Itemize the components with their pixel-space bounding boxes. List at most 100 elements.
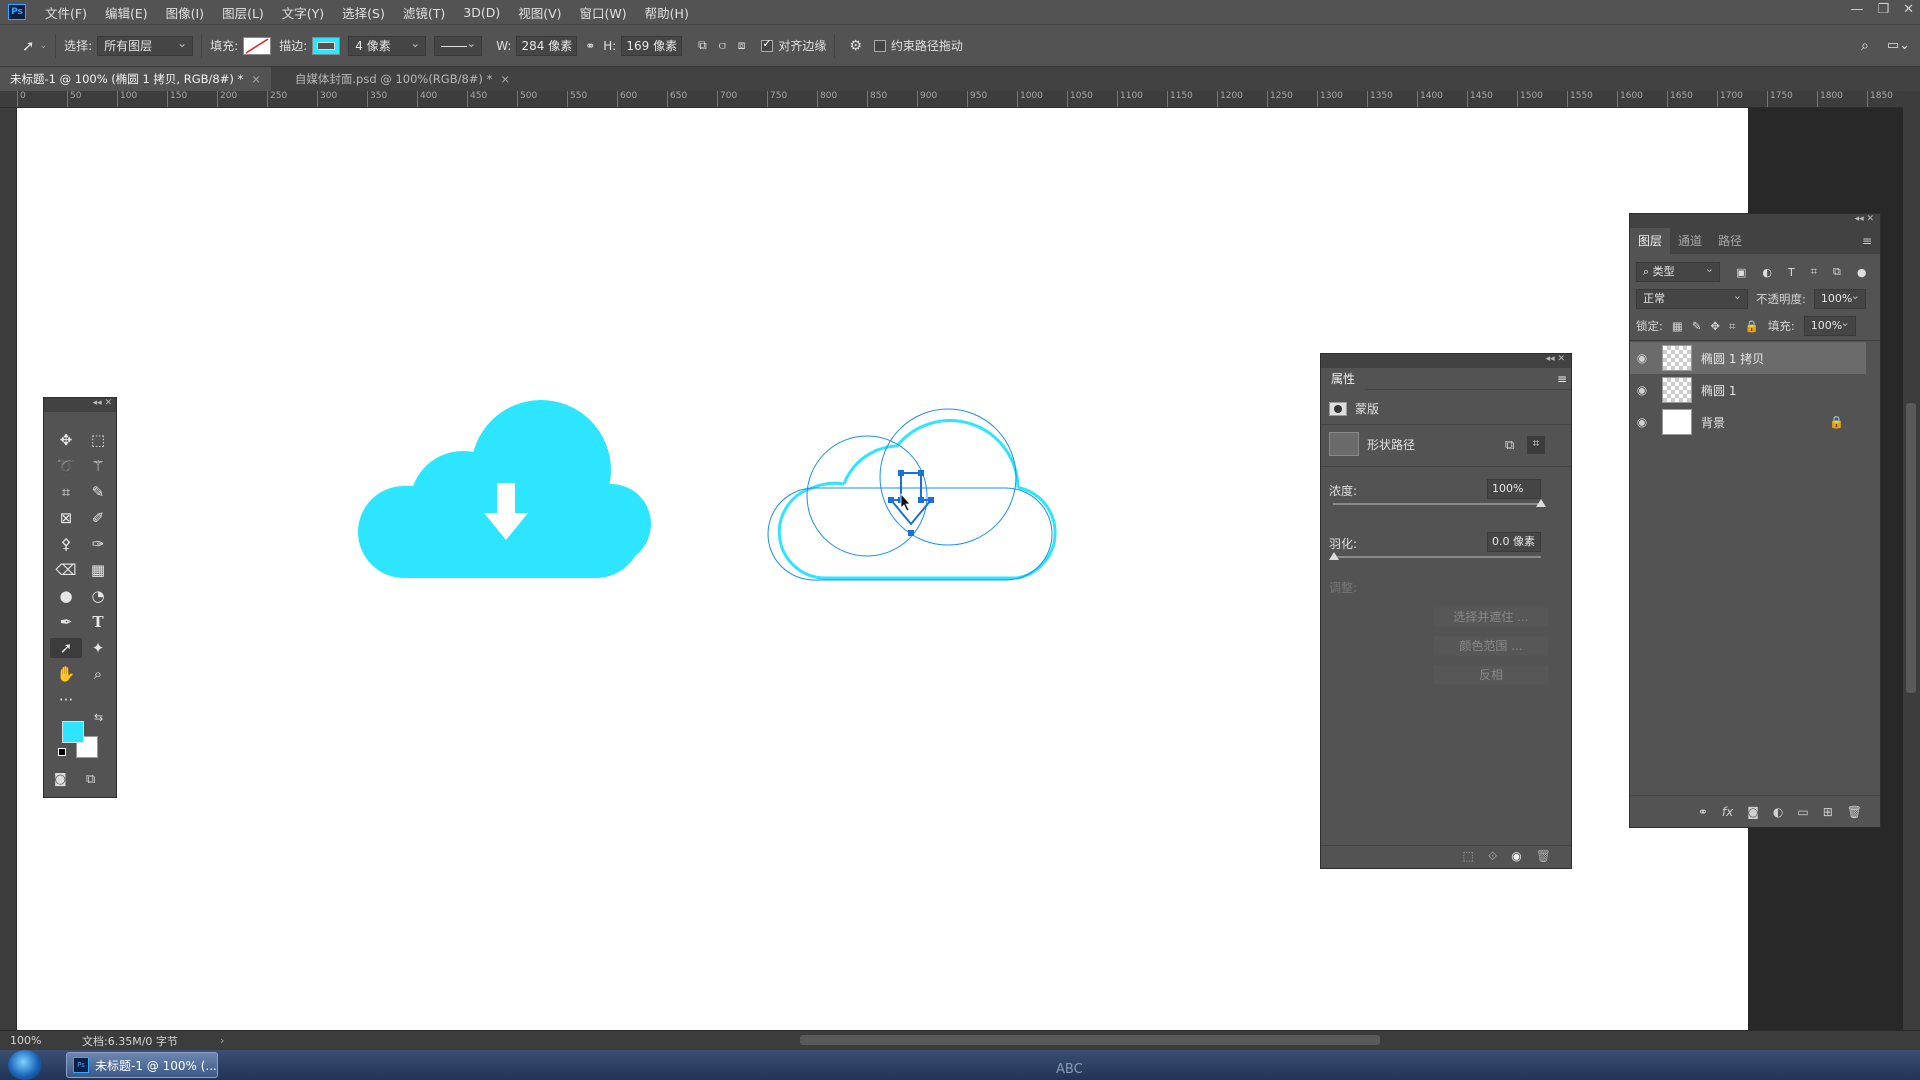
invert-button[interactable]: 反相	[1433, 665, 1549, 685]
link-layers-icon[interactable]: ⚭	[1698, 805, 1708, 819]
height-input[interactable]: 169 像素	[621, 35, 683, 56]
menu-filter[interactable]: 滤镜(T)	[394, 3, 454, 22]
delete-icon[interactable]: 🗑	[1536, 849, 1551, 864]
stroke-type-dropdown[interactable]	[434, 34, 483, 56]
delete-icon[interactable]: 🗑	[1847, 805, 1862, 819]
crop-icon[interactable]: ⌗	[50, 482, 82, 502]
frame-icon[interactable]: ⊠	[50, 508, 82, 528]
zoom-icon[interactable]: ⌕	[82, 664, 114, 684]
start-button[interactable]	[8, 1050, 42, 1080]
color-range-button[interactable]: 颜色范围 ...	[1433, 636, 1549, 656]
dodge-icon[interactable]: ◔	[82, 586, 114, 606]
panel-menu-icon[interactable]: ≡	[1557, 368, 1567, 390]
path-alignment-icon[interactable]: ⫏	[719, 38, 726, 53]
width-input[interactable]: 284 像素	[516, 35, 578, 56]
default-colors-icon[interactable]	[58, 748, 66, 756]
vertical-scrollbar[interactable]	[1903, 91, 1920, 1030]
stroke-width-dropdown[interactable]: 4 像素	[348, 34, 427, 56]
hand-icon[interactable]: ✋	[50, 664, 82, 684]
eyedropper-icon[interactable]: ✎	[82, 482, 114, 502]
marquee-icon[interactable]: ⬚	[82, 430, 114, 450]
restore-button[interactable]: ❐	[1877, 2, 1889, 17]
lock-transparent-icon[interactable]: ▦	[1672, 319, 1683, 333]
link-icon[interactable]: ⚭	[585, 39, 595, 53]
layer-row[interactable]: ◉ 椭圆 1 拷贝	[1630, 342, 1866, 374]
lock-pixels-icon[interactable]: ✎	[1692, 319, 1702, 333]
new-layer-icon[interactable]: ⊞	[1823, 805, 1833, 819]
history-brush-icon[interactable]: ✑	[82, 534, 114, 554]
constrain-path-checkbox[interactable]	[873, 39, 886, 52]
adjustment-filter-icon[interactable]: ◐	[1762, 266, 1772, 279]
properties-title[interactable]: 属性	[1321, 368, 1366, 390]
add-mask-icon[interactable]: ◙	[1747, 805, 1759, 819]
select-dropdown[interactable]: 所有图层	[97, 34, 194, 56]
panel-menu-icon[interactable]: ≡	[1854, 228, 1880, 254]
lock-all-icon[interactable]: 🔒	[1745, 319, 1759, 333]
feather-slider[interactable]	[1329, 552, 1541, 560]
more-icon[interactable]: ···	[50, 690, 82, 710]
taskbar-item-photoshop[interactable]: Ps 未标题-1 @ 100% (...	[66, 1052, 218, 1078]
density-input[interactable]: 100%	[1487, 479, 1541, 499]
lasso-icon[interactable]: ➰	[50, 456, 82, 476]
lock-artboard-icon[interactable]: ⌗	[1729, 319, 1735, 334]
menu-select[interactable]: 选择(S)	[333, 3, 394, 22]
type-icon[interactable]: T	[82, 612, 114, 632]
tab-untitled-1[interactable]: 未标题-1 @ 100% (椭圆 1 拷贝, RGB/8#) * ×	[0, 67, 271, 91]
adjustment-layer-icon[interactable]: ◐	[1773, 805, 1783, 819]
swap-colors-icon[interactable]: ⇆	[94, 711, 103, 724]
panel-header[interactable]: ◂◂ ✕	[1321, 354, 1571, 368]
document-info[interactable]: 文档:6.35M/0 字节	[60, 1033, 220, 1049]
feather-slider-knob[interactable]	[1329, 552, 1339, 560]
density-slider[interactable]	[1333, 499, 1546, 507]
move-icon[interactable]: ✥	[50, 430, 82, 450]
blur-icon[interactable]: ●	[50, 586, 82, 606]
shape-filter-icon[interactable]: ⌗	[1811, 265, 1817, 279]
fx-icon[interactable]: fx	[1722, 805, 1733, 819]
vector-mask-icon[interactable]: ⌗	[1527, 436, 1545, 454]
panel-header[interactable]: ◂◂ ✕	[1630, 214, 1880, 228]
stroke-swatch[interactable]	[312, 36, 341, 55]
eye-icon[interactable]: ◉	[1511, 849, 1521, 864]
eraser-icon[interactable]: ⌫	[50, 560, 82, 580]
brush-icon[interactable]: ✐	[82, 508, 114, 528]
ime-indicator[interactable]: ABC	[1056, 1062, 1083, 1077]
gradient-icon[interactable]: ▦	[82, 560, 114, 580]
menu-view[interactable]: 视图(V)	[509, 3, 570, 22]
align-edges-checkbox[interactable]	[761, 37, 774, 52]
type-filter-icon[interactable]: T	[1788, 266, 1795, 279]
toolbox-header[interactable]: ◂◂ ✕	[44, 398, 116, 412]
tab-layers[interactable]: 图层	[1630, 228, 1671, 254]
opacity-input[interactable]: 100%	[1813, 287, 1866, 309]
menu-layer[interactable]: 图层(L)	[213, 3, 273, 22]
layer-name[interactable]: 椭圆 1	[1701, 382, 1736, 399]
fill-swatch[interactable]	[243, 36, 272, 55]
horizontal-scrollbar[interactable]	[238, 1033, 1898, 1047]
lock-position-icon[interactable]: ✥	[1710, 319, 1720, 333]
scroll-thumb[interactable]	[1906, 403, 1916, 693]
foreground-color-swatch[interactable]	[62, 721, 84, 743]
layer-row[interactable]: ◉ 椭圆 1	[1630, 374, 1866, 406]
density-slider-knob[interactable]	[1536, 499, 1546, 507]
quick-mask-icon[interactable]: ◙	[54, 772, 67, 787]
smart-object-filter-icon[interactable]: ⧉	[1833, 265, 1841, 279]
path-operations-icon[interactable]: ⧉	[698, 38, 707, 53]
menu-3d[interactable]: 3D(D)	[454, 5, 509, 20]
menu-window[interactable]: 窗口(W)	[571, 3, 636, 22]
add-mask-icon[interactable]: ⧉	[1505, 438, 1514, 453]
close-icon[interactable]: ×	[251, 72, 261, 86]
feather-input[interactable]: 0.0 像素	[1487, 532, 1541, 552]
load-selection-icon[interactable]: ⬚	[1462, 849, 1473, 864]
eye-icon[interactable]: ◉	[1630, 351, 1654, 365]
menu-file[interactable]: 文件(F)	[36, 3, 96, 22]
select-and-mask-button[interactable]: 选择并遮住 ...	[1433, 607, 1549, 627]
custom-shape-icon[interactable]: ✦	[82, 638, 114, 658]
tab-channels[interactable]: 通道	[1670, 228, 1710, 254]
scroll-thumb[interactable]	[800, 1035, 1380, 1045]
layer-name[interactable]: 椭圆 1 拷贝	[1701, 350, 1764, 367]
fill-input[interactable]: 100%	[1803, 314, 1856, 336]
minimize-button[interactable]: —	[1850, 2, 1863, 17]
pixel-filter-icon[interactable]: ▣	[1736, 266, 1746, 279]
eye-icon[interactable]: ◉	[1630, 415, 1654, 429]
layer-row[interactable]: ◉ 背景 🔒	[1630, 406, 1866, 438]
menu-image[interactable]: 图像(I)	[157, 3, 213, 22]
